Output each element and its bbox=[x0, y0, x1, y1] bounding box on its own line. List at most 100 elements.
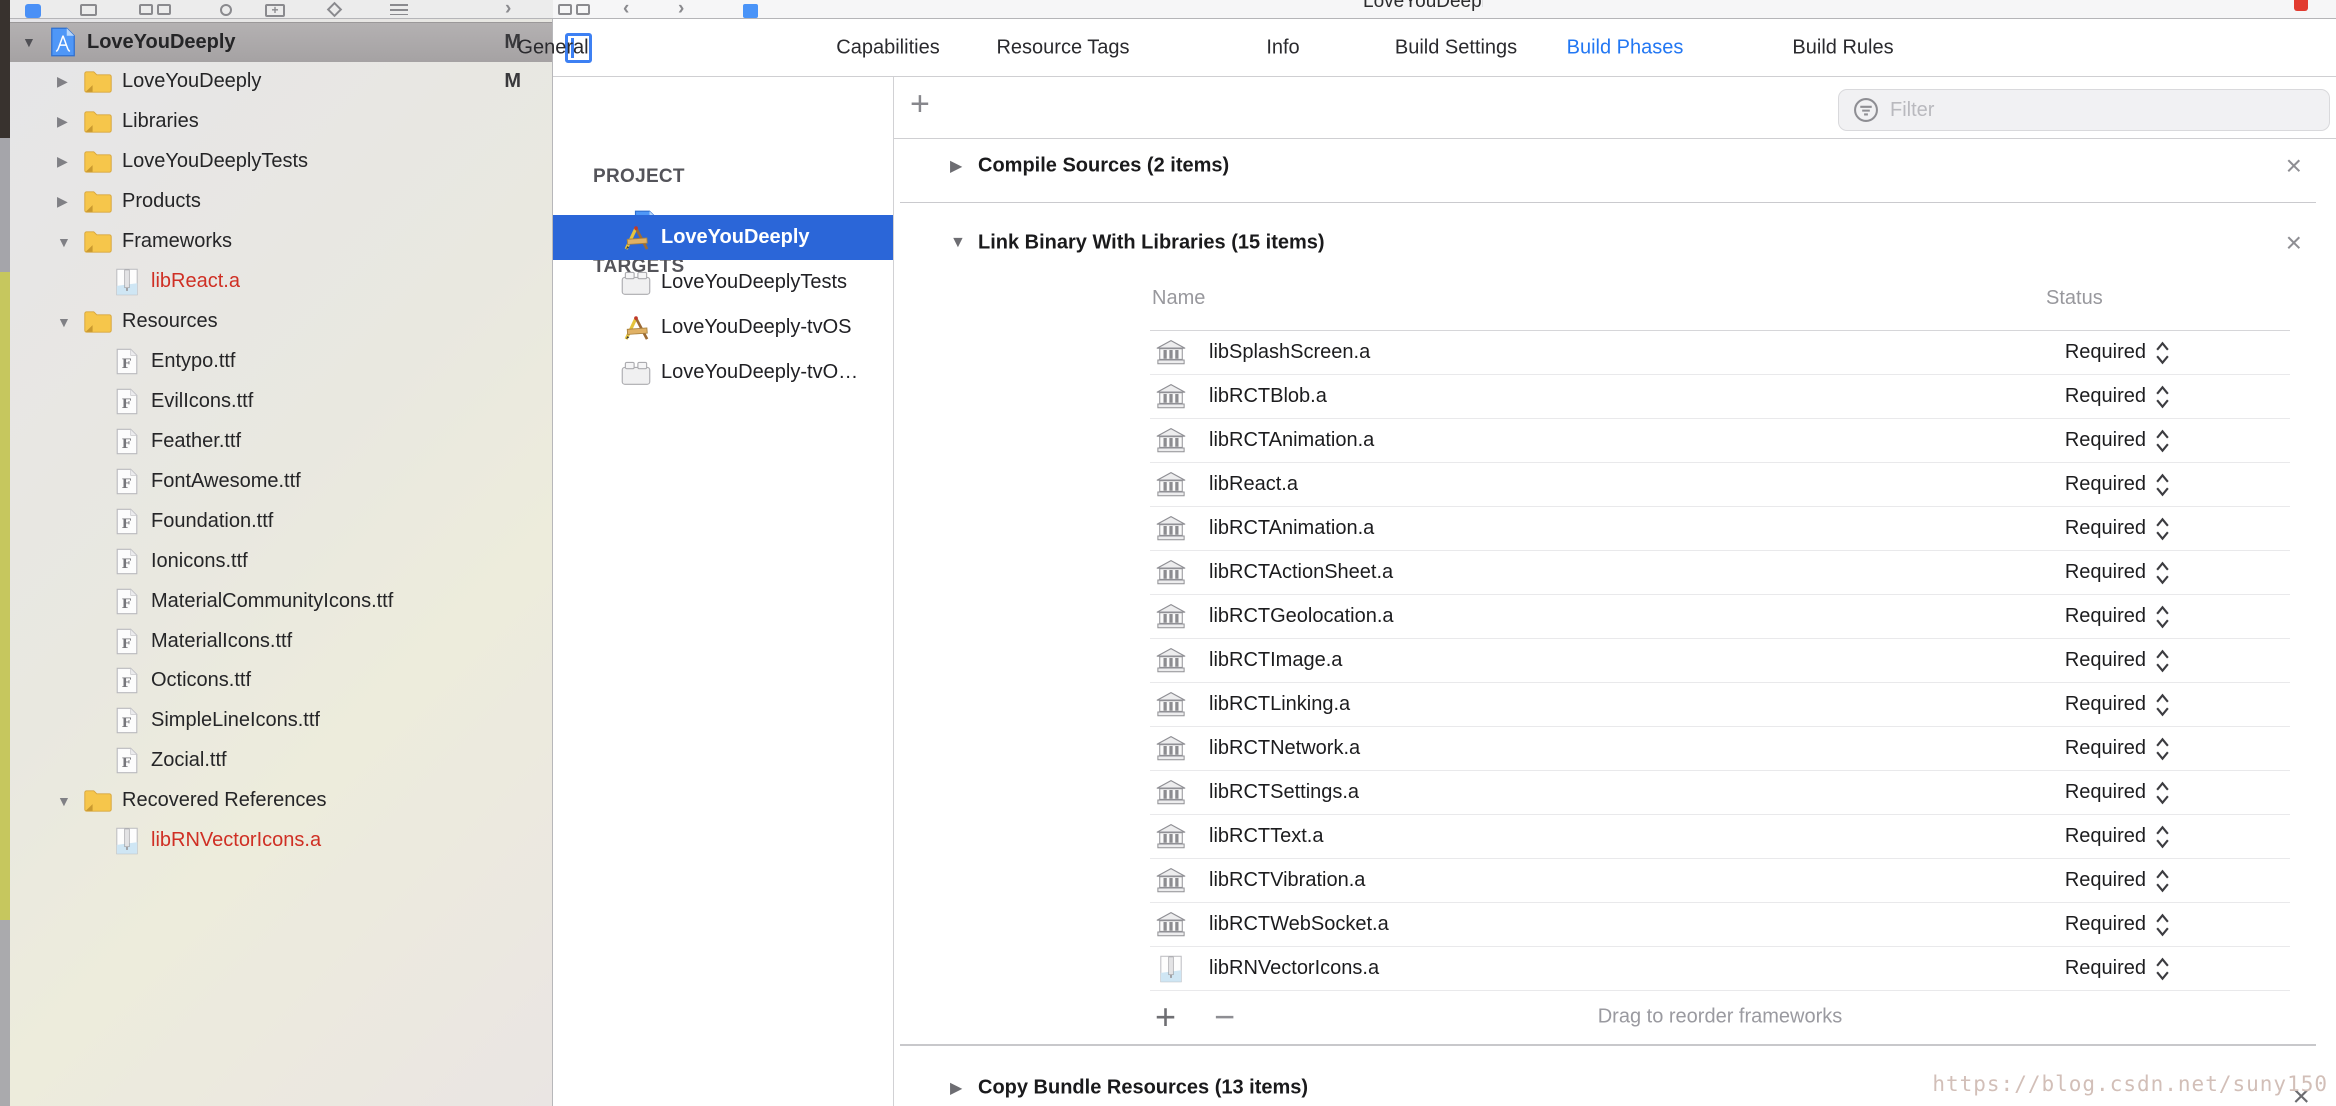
status-stepper-icon[interactable] bbox=[2155, 825, 2170, 849]
navigator-row[interactable]: F MaterialCommunityIcons.ttf bbox=[10, 581, 552, 621]
status-stepper-icon[interactable] bbox=[2155, 429, 2170, 453]
navigator-row[interactable]: F LoveYouDeeplyTests bbox=[10, 142, 552, 182]
libRCTGeolocation.a[interactable]: libRCTGeolocation.a Required bbox=[1150, 595, 2290, 639]
target-row[interactable]: LoveYouDeeply-tvO… bbox=[553, 350, 893, 395]
status-value[interactable]: Required bbox=[2065, 825, 2146, 848]
project-navigator-icon[interactable] bbox=[25, 4, 41, 18]
target-row[interactable]: LoveYouDeeplyTests bbox=[553, 260, 893, 305]
status-stepper-icon[interactable] bbox=[2155, 869, 2170, 893]
status-stepper-icon[interactable] bbox=[2155, 473, 2170, 497]
back-arrow-icon[interactable]: ‹ bbox=[623, 0, 629, 18]
libRCTAnimation.a[interactable]: libRCTAnimation.a Required bbox=[1150, 507, 2290, 551]
remove-section-button[interactable]: × bbox=[2286, 229, 2302, 257]
target-row[interactable]: LoveYouDeeply bbox=[553, 215, 893, 260]
status-stepper-icon[interactable] bbox=[2155, 913, 2170, 937]
status-value[interactable]: Required bbox=[2065, 913, 2146, 936]
status-stepper-icon[interactable] bbox=[2155, 605, 2170, 629]
navigator-row[interactable]: F FontAwesome.ttf bbox=[10, 461, 552, 501]
navigator-row[interactable]: F Entypo.ttf bbox=[10, 342, 552, 382]
libRNVectorIcons.a[interactable]: libRNVectorIcons.a Required bbox=[1150, 947, 2290, 991]
status-value[interactable]: Required bbox=[2065, 473, 2146, 496]
navigator-row[interactable]: F libRNVectorIcons.a bbox=[10, 821, 552, 861]
debug-navigator-icon[interactable] bbox=[390, 4, 408, 15]
navigator-row[interactable]: F Libraries bbox=[10, 102, 552, 142]
tab-build-settings[interactable]: Build Settings bbox=[1395, 36, 1517, 59]
disclosure-triangle-icon[interactable] bbox=[57, 193, 83, 210]
libRCTLinking.a[interactable]: libRCTLinking.a Required bbox=[1150, 683, 2290, 727]
status-stepper-icon[interactable] bbox=[2155, 693, 2170, 717]
libRCTAnimation.a[interactable]: libRCTAnimation.a Required bbox=[1150, 419, 2290, 463]
status-value[interactable]: Required bbox=[2065, 957, 2146, 980]
navigator-row[interactable]: F libReact.a bbox=[10, 262, 552, 302]
find-navigator-icon[interactable] bbox=[157, 4, 171, 15]
status-stepper-icon[interactable] bbox=[2155, 737, 2170, 761]
status-value[interactable]: Required bbox=[2065, 737, 2146, 760]
libRCTBlob.a[interactable]: libRCTBlob.a Required bbox=[1150, 375, 2290, 419]
navigator-row[interactable]: F Ionicons.ttf bbox=[10, 541, 552, 581]
status-value[interactable]: Required bbox=[2065, 341, 2146, 364]
project-file-icon[interactable] bbox=[743, 4, 758, 18]
search-icon[interactable] bbox=[220, 4, 232, 16]
navigator-row[interactable]: F MaterialIcons.ttf bbox=[10, 621, 552, 661]
libRCTSettings.a[interactable]: libRCTSettings.a Required bbox=[1150, 771, 2290, 815]
disclosure-triangle-icon[interactable] bbox=[57, 113, 83, 130]
tab-capabilities[interactable]: Capabilities bbox=[836, 36, 939, 59]
navigator-row[interactable]: F Products bbox=[10, 182, 552, 222]
add-build-phase-button[interactable]: + bbox=[910, 85, 930, 124]
related-items-icon[interactable] bbox=[558, 4, 572, 15]
status-stepper-icon[interactable] bbox=[2155, 957, 2170, 981]
status-value[interactable]: Required bbox=[2065, 869, 2146, 892]
target-row[interactable]: LoveYouDeeply-tvOS bbox=[553, 305, 893, 350]
status-stepper-icon[interactable] bbox=[2155, 561, 2170, 585]
disclosure-triangle-icon[interactable] bbox=[57, 793, 83, 809]
status-value[interactable]: Required bbox=[2065, 517, 2146, 540]
navigator-row[interactable]: F LoveYouDeeply M bbox=[10, 62, 552, 102]
forward-arrow-icon[interactable]: › bbox=[678, 0, 684, 18]
status-value[interactable]: Required bbox=[2065, 693, 2146, 716]
navigator-row[interactable]: F Octicons.ttf bbox=[10, 661, 552, 701]
navigator-row[interactable]: F Zocial.ttf bbox=[10, 741, 552, 781]
tab-info[interactable]: Info bbox=[1266, 36, 1299, 59]
status-value[interactable]: Required bbox=[2065, 561, 2146, 584]
status-stepper-icon[interactable] bbox=[2155, 517, 2170, 541]
source-control-navigator-icon[interactable] bbox=[80, 4, 97, 16]
libReact.a[interactable]: libReact.a Required bbox=[1150, 463, 2290, 507]
status-stepper-icon[interactable] bbox=[2155, 385, 2170, 409]
disclosure-triangle-icon[interactable] bbox=[22, 34, 48, 50]
libRCTText.a[interactable]: libRCTText.a Required bbox=[1150, 815, 2290, 859]
navigator-row[interactable]: F LoveYouDeeply M bbox=[10, 22, 552, 62]
disclosure-triangle-icon[interactable]: ▼ bbox=[950, 234, 966, 252]
filter-field[interactable] bbox=[1838, 89, 2330, 131]
test-navigator-icon[interactable] bbox=[326, 1, 343, 18]
libSplashScreen.a[interactable]: libSplashScreen.a Required bbox=[1150, 331, 2290, 375]
navigator-row[interactable]: F EvilIcons.ttf bbox=[10, 381, 552, 421]
issue-navigator-icon[interactable]: + bbox=[265, 4, 285, 17]
libRCTActionSheet.a[interactable]: libRCTActionSheet.a Required bbox=[1150, 551, 2290, 595]
status-stepper-icon[interactable] bbox=[2155, 341, 2170, 365]
breakpoint-navigator-icon[interactable]: › bbox=[505, 0, 511, 18]
libRCTWebSocket.a[interactable]: libRCTWebSocket.a Required bbox=[1150, 903, 2290, 947]
navigator-row[interactable]: F Recovered References bbox=[10, 781, 552, 821]
status-stepper-icon[interactable] bbox=[2155, 649, 2170, 673]
disclosure-triangle-icon[interactable] bbox=[57, 73, 83, 90]
tab-general[interactable]: General bbox=[517, 36, 588, 59]
navigator-row[interactable]: F Frameworks bbox=[10, 222, 552, 262]
navigator-row[interactable]: F Feather.ttf bbox=[10, 421, 552, 461]
symbol-navigator-icon[interactable] bbox=[139, 4, 153, 15]
libRCTImage.a[interactable]: libRCTImage.a Required bbox=[1150, 639, 2290, 683]
disclosure-triangle-icon[interactable]: ▶ bbox=[950, 156, 962, 176]
filter-input[interactable] bbox=[1890, 98, 2310, 122]
disclosure-triangle-icon[interactable] bbox=[57, 153, 83, 170]
tab-build-rules[interactable]: Build Rules bbox=[1792, 36, 1893, 59]
tab-build-phases[interactable]: Build Phases bbox=[1567, 36, 1684, 59]
related-items-icon-2[interactable] bbox=[576, 4, 590, 15]
red-badge-icon[interactable] bbox=[2294, 0, 2308, 11]
status-value[interactable]: Required bbox=[2065, 429, 2146, 452]
status-value[interactable]: Required bbox=[2065, 781, 2146, 804]
status-value[interactable]: Required bbox=[2065, 649, 2146, 672]
libRCTVibration.a[interactable]: libRCTVibration.a Required bbox=[1150, 859, 2290, 903]
tab-resource-tags[interactable]: Resource Tags bbox=[996, 36, 1129, 59]
disclosure-triangle-icon[interactable] bbox=[57, 314, 83, 330]
disclosure-triangle-icon[interactable] bbox=[57, 234, 83, 250]
navigator-row[interactable]: F SimpleLineIcons.ttf bbox=[10, 701, 552, 741]
